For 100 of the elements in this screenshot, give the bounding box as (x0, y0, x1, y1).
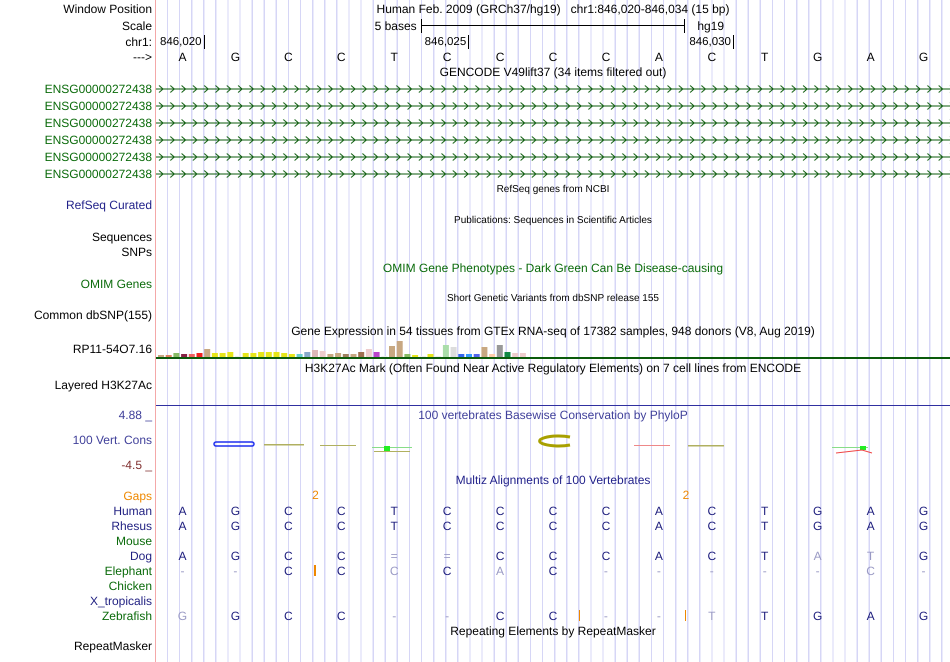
species-label[interactable]: Elephant (104, 564, 152, 578)
base-letter: - (392, 610, 396, 622)
track-title: 100 vertebrates Basewise Conservation by PhyloP (418, 408, 688, 420)
base-letter: G (918, 610, 928, 622)
track-title: Multiz Alignments of 100 Vertebrates (456, 474, 650, 486)
position-tick-label: 846,025 (424, 35, 470, 49)
species-label[interactable]: Human (113, 504, 152, 518)
base-letter: G (230, 520, 240, 532)
gene-label[interactable]: ENSG00000272438 (44, 82, 152, 96)
base-letter: A (178, 520, 186, 532)
base-letter: = (390, 550, 398, 562)
species-label[interactable]: X_tropicalis (90, 594, 152, 608)
gene-label[interactable]: ENSG00000272438 (44, 166, 152, 180)
base-letter: G (230, 50, 240, 62)
base-letter: G (230, 504, 240, 516)
gene-label[interactable]: ENSG00000272438 (44, 150, 152, 164)
base-letter: C (390, 564, 399, 576)
base-letter: = (444, 550, 451, 562)
axis-max-label: 4.88 _ (118, 408, 152, 422)
track-label: Scale (122, 18, 152, 32)
species-label[interactable]: Dog (130, 548, 152, 562)
base-letter: - (816, 564, 820, 576)
base-letter: A (866, 610, 875, 622)
species-label[interactable]: Chicken (108, 578, 152, 592)
base-letter: G (178, 610, 188, 622)
base-letter: T (761, 610, 768, 622)
base-letter: C (548, 564, 558, 576)
track-title: Short Genetic Variants from dbSNP release 155 (447, 294, 659, 304)
species-label[interactable]: Rhesus (111, 518, 152, 532)
base-letter: C (442, 520, 452, 532)
gap-count: 2 (682, 489, 690, 501)
base-letter: C (602, 504, 610, 516)
base-letter: T (390, 520, 398, 532)
species-label[interactable]: Mouse (116, 534, 152, 548)
gene-label[interactable]: RP11-54O7.16 (72, 342, 152, 356)
base-letter: C (548, 520, 558, 532)
base-letter: C (284, 564, 293, 576)
base-letter: C (336, 564, 346, 576)
base-letter: - (604, 610, 608, 622)
gene-label[interactable]: ENSG00000272438 (44, 98, 152, 112)
base-letter: C (284, 520, 293, 532)
base-letter: T (390, 50, 398, 62)
base-letter: C (442, 504, 452, 516)
base-letter: G (918, 50, 928, 62)
base-letter: C (548, 50, 558, 62)
base-letter: A (866, 520, 875, 532)
track-label: chr1: (125, 35, 152, 49)
base-letter: C (866, 564, 875, 576)
base-letter: C (602, 520, 610, 532)
base-letter: C (442, 50, 452, 62)
base-letter: A (654, 550, 663, 562)
base-letter: C (284, 504, 293, 516)
base-letter: - (922, 564, 926, 576)
track-label: 100 Vert. Cons (72, 433, 152, 447)
track-label: OMIM Genes (80, 276, 152, 290)
gene-label[interactable]: ENSG00000272438 (44, 116, 152, 130)
scale-assembly: hg19 (696, 20, 726, 32)
base-letter: - (233, 564, 238, 576)
base-letter: C (284, 550, 293, 562)
base-letter: C (496, 550, 504, 562)
base-letter: T (866, 550, 874, 562)
position-tick-label: 846,030 (689, 35, 734, 49)
gene-label[interactable]: ENSG00000272438 (44, 132, 152, 146)
base-letter: C (602, 550, 610, 562)
assembly-title: Human Feb. 2009 (GRCh37/hg19) (376, 2, 561, 14)
base-letter: A (654, 50, 663, 62)
base-letter: A (866, 50, 875, 62)
track-label: Common dbSNP(155) (34, 308, 152, 322)
axis-min-label: -4.5 _ (121, 458, 152, 472)
species-label[interactable]: Zebrafish (102, 608, 152, 622)
track-label: Sequences (92, 230, 152, 244)
base-letter: - (762, 564, 767, 576)
strand-label: ---> (133, 50, 152, 64)
track-title: H3K27Ac Mark (Often Found Near Active Regulatory Elements) on 7 cell lines from ENCODE (304, 362, 802, 374)
base-letter: C (336, 610, 346, 622)
base-letter: A (178, 504, 186, 516)
track-label: Layered H3K27Ac (54, 378, 152, 392)
gap-count: 2 (312, 489, 319, 501)
base-letter: G (812, 610, 822, 622)
base-letter: C (336, 50, 346, 62)
base-letter: C (496, 520, 504, 532)
base-letter: C (707, 550, 716, 562)
base-letter: G (918, 520, 928, 532)
base-letter: C (548, 610, 558, 622)
base-letter: T (761, 504, 768, 516)
base-letter: G (812, 504, 822, 516)
insertion-mark (578, 610, 580, 621)
base-letter: - (656, 610, 661, 622)
base-letter: C (442, 564, 452, 576)
base-letter: - (180, 564, 184, 576)
base-letter: T (761, 520, 768, 532)
base-letter: C (336, 504, 346, 516)
position-text: chr1:846,020-846,034 (15 bp) (570, 2, 730, 14)
track-label: RepeatMasker (74, 638, 152, 652)
base-letter: A (654, 520, 663, 532)
track-label: SNPs (121, 244, 152, 258)
base-letter: C (707, 50, 716, 62)
track-title: Repeating Elements by RepeatMasker (450, 624, 656, 636)
base-letter: A (496, 564, 504, 576)
base-letter: G (230, 550, 240, 562)
